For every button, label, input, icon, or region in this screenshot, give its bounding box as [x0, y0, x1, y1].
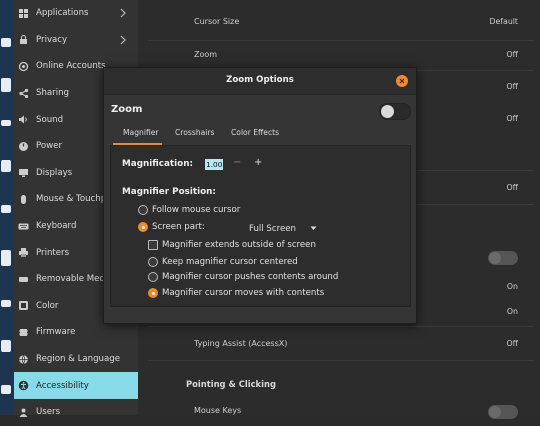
tab-crosshairs[interactable]: Crosshairs — [175, 128, 214, 137]
online-accounts-icon — [18, 61, 29, 72]
accessibility-icon — [18, 380, 29, 391]
tab-color-effects[interactable]: Color Effects — [231, 128, 279, 137]
removable-media-icon — [18, 274, 29, 285]
sidebar-item-label: Online Accounts — [36, 61, 106, 72]
sidebar-item-label: Sound — [36, 114, 64, 125]
chevron-right-icon — [120, 35, 126, 45]
zoom-row-value[interactable]: Off — [506, 50, 518, 59]
row-divider — [148, 326, 533, 327]
zoom-options-dialog: Zoom Options Zoom Magnifier Crosshairs C… — [103, 67, 417, 324]
screen-part-value: Full Screen — [249, 224, 296, 234]
extends-outside-option[interactable]: Magnifier extends outside of screen — [148, 240, 316, 250]
sidebar-item-label: Sharing — [36, 88, 69, 99]
sidebar-item-label: Privacy — [36, 34, 68, 45]
sidebar-item-label: Power — [36, 141, 62, 152]
users-icon — [18, 407, 29, 418]
checkbox[interactable] — [148, 240, 158, 250]
keep-centered-option[interactable]: Keep magnifier cursor centered — [148, 257, 298, 267]
sidebar-item-label: Firmware — [36, 327, 76, 338]
option-label: Follow mouse cursor — [152, 205, 241, 215]
color-icon — [18, 300, 29, 311]
sidebar-item-label: Keyboard — [36, 221, 77, 232]
printer-icon — [18, 247, 29, 258]
option-label: Screen part: — [152, 222, 205, 232]
mouse-keys-label: Mouse Keys — [194, 406, 242, 415]
dialog-titlebar: Zoom Options — [104, 68, 416, 95]
zoom-toggle[interactable] — [379, 103, 411, 120]
mouse-keys-toggle[interactable] — [488, 405, 518, 419]
sidebar-item-privacy[interactable]: Privacy — [14, 27, 138, 54]
increase-button[interactable]: + — [254, 157, 262, 168]
applications-icon — [18, 8, 29, 19]
radio-button-selected[interactable] — [138, 222, 148, 232]
magnification-input[interactable]: 1.00 — [205, 159, 224, 170]
sidebar-item-label: Applications — [36, 8, 89, 19]
sidebar-item-label: Accessibility — [36, 380, 89, 391]
sidebar-item-label: Displays — [36, 167, 73, 178]
power-icon — [18, 141, 29, 152]
sidebar-item-label: Users — [36, 407, 61, 418]
magnifier-position-label: Magnifier Position: — [122, 187, 216, 197]
setting-value[interactable]: On — [507, 307, 518, 316]
sidebar-item-label: Region & Language — [36, 354, 120, 365]
section-pointing-clicking: Pointing & Clicking — [186, 379, 276, 389]
screen-part-option[interactable]: Screen part: — [138, 222, 205, 232]
zoom-row-label: Zoom — [194, 50, 218, 59]
typing-assist-value[interactable]: Off — [506, 339, 518, 348]
close-button[interactable] — [396, 75, 408, 87]
privacy-icon — [18, 34, 29, 45]
keyboard-icon — [18, 221, 29, 232]
sidebar-item-label: Removable Media — [36, 274, 113, 285]
cursor-size-label: Cursor Size — [194, 17, 240, 26]
background-toggle[interactable] — [488, 251, 518, 265]
chevron-right-icon — [120, 8, 126, 18]
radio-button[interactable] — [148, 272, 158, 282]
mouse-icon — [18, 194, 29, 205]
sidebar-item-label: Color — [36, 300, 59, 311]
option-label: Magnifier extends outside of screen — [162, 240, 316, 250]
displays-icon — [18, 167, 29, 178]
option-label: Magnifier cursor moves with contents — [162, 288, 325, 298]
firmware-icon — [18, 327, 29, 338]
dialog-title: Zoom Options — [226, 75, 294, 85]
follow-mouse-option[interactable]: Follow mouse cursor — [138, 205, 240, 215]
tab-magnifier[interactable]: Magnifier — [123, 128, 159, 137]
setting-value[interactable]: Off — [506, 183, 518, 192]
pushes-contents-option[interactable]: Magnifier cursor pushes contents around — [148, 272, 338, 282]
sidebar-item-region-language[interactable]: Region & Language — [14, 346, 138, 373]
magnification-label: Magnification: — [122, 159, 193, 169]
option-label: Magnifier cursor pushes contents around — [162, 272, 339, 282]
sidebar-item-label: Printers — [36, 247, 70, 258]
typing-assist-label: Typing Assist (AccessX) — [194, 339, 288, 348]
setting-value[interactable]: Off — [506, 82, 518, 91]
cursor-size-value[interactable]: Default — [490, 17, 519, 26]
chevron-down-icon — [310, 226, 317, 230]
globe-icon — [18, 354, 29, 365]
setting-value[interactable]: Off — [506, 114, 518, 123]
moves-with-contents-option[interactable]: Magnifier cursor moves with contents — [148, 288, 324, 298]
row-divider — [148, 40, 533, 41]
screen-part-dropdown[interactable]: Full Screen — [249, 222, 319, 236]
setting-value[interactable]: On — [507, 282, 518, 291]
sidebar-item-accessibility[interactable]: Accessibility — [14, 372, 138, 399]
radio-button[interactable] — [138, 205, 148, 215]
sidebar-item-applications[interactable]: Applications — [14, 0, 138, 27]
sound-icon — [18, 114, 29, 125]
desktop-wallpaper-strip — [0, 0, 14, 415]
option-label: Keep magnifier cursor centered — [162, 257, 298, 267]
decrease-button[interactable]: − — [233, 157, 241, 168]
zoom-label: Zoom — [111, 104, 143, 115]
close-icon — [399, 78, 405, 84]
radio-button[interactable] — [148, 257, 158, 267]
row-divider — [148, 360, 533, 361]
sharing-icon — [18, 88, 29, 99]
radio-button-selected[interactable] — [148, 288, 158, 298]
sidebar-item-users[interactable]: Users — [14, 399, 138, 426]
